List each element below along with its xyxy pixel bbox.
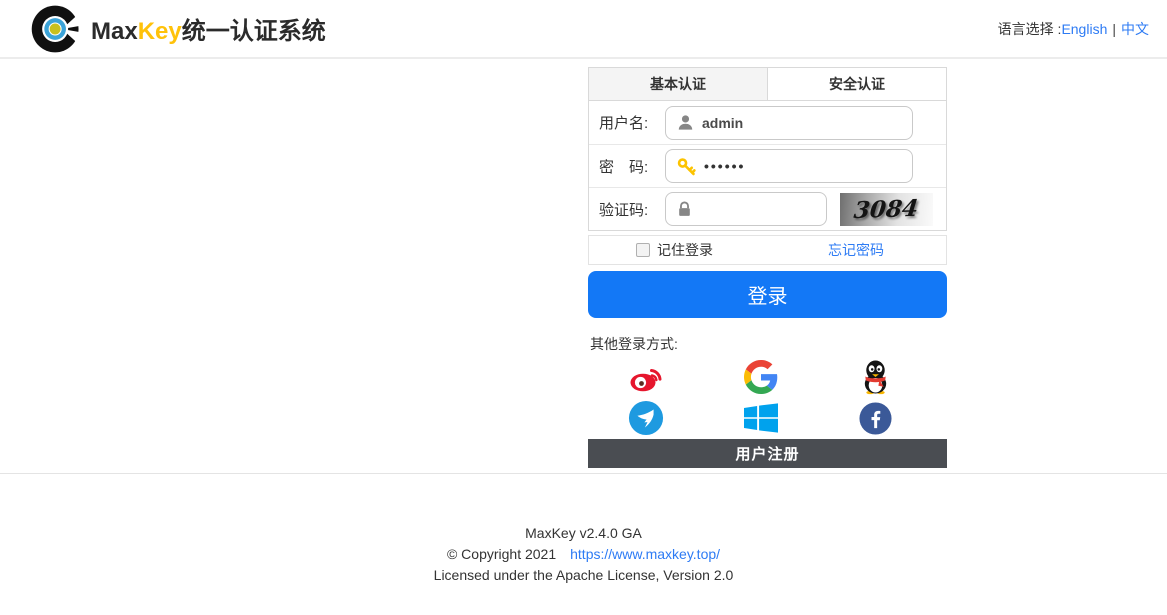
register-button[interactable]: 用户注册 <box>588 439 947 468</box>
forgot-password-link[interactable]: 忘记密码 <box>828 240 884 260</box>
header: MaxKey统一认证系统 语言选择 :English | 中文 <box>0 0 1167 59</box>
captcha-input[interactable] <box>700 201 826 217</box>
maxkey-logo-icon <box>30 3 82 55</box>
user-icon <box>676 113 695 132</box>
main-area: 基本认证 安全认证 用户名: 密 码: <box>0 59 1167 473</box>
weibo-icon[interactable] <box>627 359 665 395</box>
captcha-image[interactable]: 3084 <box>840 193 933 226</box>
footer-license: Licensed under the Apache License, Versi… <box>0 565 1167 586</box>
login-card: 基本认证 安全认证 用户名: 密 码: <box>588 67 947 468</box>
captcha-row: 验证码: 3084 <box>589 187 946 230</box>
other-methods-label: 其他登录方式: <box>588 334 947 354</box>
footer-copyright: © Copyright 2021 <box>447 546 556 562</box>
language-english-link[interactable]: English <box>1061 21 1107 37</box>
password-inputbox <box>665 149 913 183</box>
facebook-icon[interactable] <box>857 400 895 436</box>
captcha-inputbox <box>665 192 827 226</box>
username-row: 用户名: <box>589 101 946 144</box>
footer-site-link[interactable]: https://www.maxkey.top/ <box>570 546 720 562</box>
options-row: 记住登录 忘记密码 <box>588 235 947 265</box>
windows-icon[interactable] <box>742 400 780 436</box>
password-row: 密 码: <box>589 144 946 187</box>
password-label: 密 码: <box>599 156 665 177</box>
brand: MaxKey统一认证系统 <box>30 3 326 55</box>
qq-icon[interactable] <box>857 359 895 395</box>
remember-label: 记住登录 <box>657 240 713 260</box>
remember-checkbox[interactable] <box>636 243 650 257</box>
footer-version: MaxKey v2.4.0 GA <box>0 523 1167 544</box>
google-icon[interactable] <box>742 359 780 395</box>
footer-copyright-line: © Copyright 2021 https://www.maxkey.top/ <box>0 544 1167 565</box>
captcha-code-text: 3084 <box>853 194 920 223</box>
auth-tabs: 基本认证 安全认证 <box>589 68 946 101</box>
language-divider: | <box>1112 21 1116 37</box>
username-label: 用户名: <box>599 112 665 133</box>
captcha-label: 验证码: <box>599 199 665 220</box>
login-panel: 基本认证 安全认证 用户名: 密 码: <box>588 67 947 231</box>
social-login-grid <box>588 359 947 436</box>
key-icon <box>676 156 697 177</box>
page-title: MaxKey统一认证系统 <box>91 11 326 46</box>
username-input[interactable] <box>702 115 912 131</box>
tab-secure-auth[interactable]: 安全认证 <box>767 68 946 100</box>
language-selector: 语言选择 :English | 中文 <box>998 19 1149 39</box>
footer: MaxKey v2.4.0 GA © Copyright 2021 https:/… <box>0 473 1167 586</box>
password-input[interactable] <box>704 158 912 174</box>
login-button[interactable]: 登录 <box>588 271 947 318</box>
language-chinese-link[interactable]: 中文 <box>1121 21 1149 37</box>
username-inputbox <box>665 106 913 140</box>
lock-icon <box>676 201 693 218</box>
tab-basic-auth[interactable]: 基本认证 <box>589 68 767 100</box>
dingtalk-icon[interactable] <box>627 400 665 436</box>
language-label: 语言选择 : <box>998 21 1062 37</box>
